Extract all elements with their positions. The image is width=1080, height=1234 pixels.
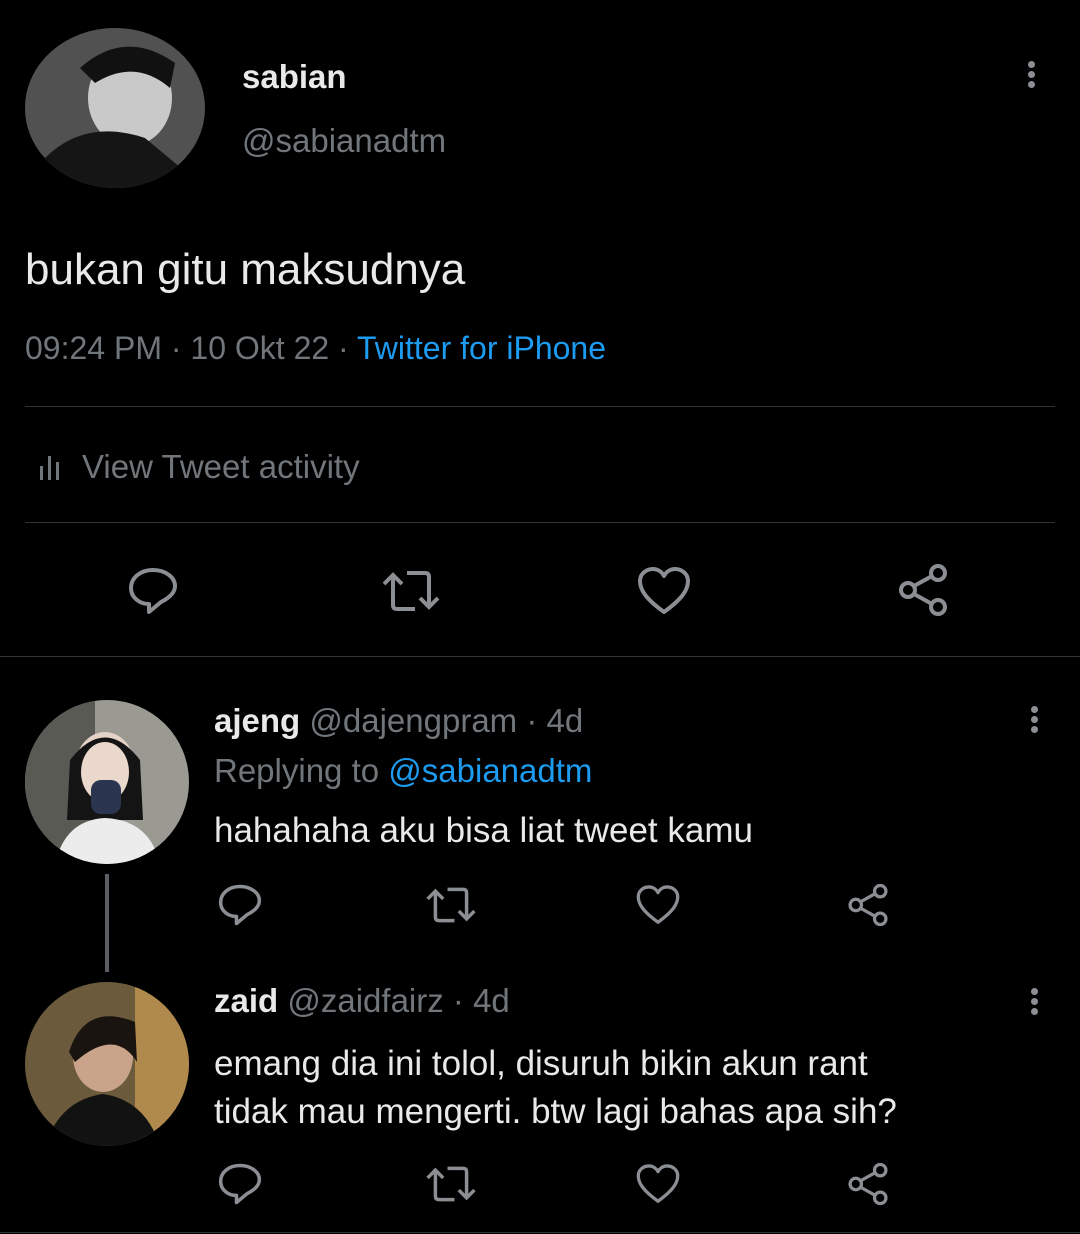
reply-button[interactable]: [216, 1161, 264, 1207]
retweet-button[interactable]: [425, 1161, 477, 1207]
bottom-divider: [0, 1232, 1080, 1233]
retweet-icon: [426, 1166, 476, 1202]
tweet-text: bukan gitu maksudnya: [25, 245, 466, 294]
reply-header: ajeng @dajengpram · 4d: [214, 702, 583, 740]
more-vertical-icon[interactable]: [1031, 985, 1038, 1018]
reply-age: · 4d: [526, 702, 584, 739]
retweet-button[interactable]: [380, 565, 442, 617]
thread-line: [105, 874, 109, 972]
reply-button[interactable]: [216, 882, 264, 928]
like-icon: [636, 1164, 680, 1203]
author-name[interactable]: sabian: [242, 58, 347, 96]
activity-label: View Tweet activity: [82, 448, 360, 485]
replying-to-link[interactable]: @sabianadtm: [388, 752, 592, 789]
reply-age: · 4d: [452, 982, 510, 1019]
share-icon: [848, 1162, 888, 1206]
like-icon: [636, 885, 680, 924]
reply-button[interactable]: [125, 565, 181, 617]
author-name[interactable]: ajeng: [214, 702, 300, 739]
like-button[interactable]: [634, 1161, 682, 1207]
reply-icon: [218, 1163, 262, 1205]
share-button[interactable]: [845, 882, 891, 928]
section-divider: [0, 656, 1080, 657]
tweet-date: 10 Okt 22: [190, 330, 330, 366]
author-handle[interactable]: @zaidfairz: [287, 982, 443, 1019]
like-button[interactable]: [634, 882, 682, 928]
replying-to: Replying to @sabianadtm: [214, 752, 592, 790]
share-button[interactable]: [845, 1161, 891, 1207]
author-name[interactable]: zaid: [214, 982, 278, 1019]
analytics-icon: [40, 456, 59, 480]
retweet-button[interactable]: [425, 882, 477, 928]
more-vertical-icon[interactable]: [1031, 703, 1038, 736]
like-icon: [638, 567, 690, 614]
reply-text-line: emang dia ini tolol, disuruh bikin akun …: [214, 1044, 868, 1083]
share-icon: [848, 883, 888, 927]
replying-prefix: Replying to: [214, 752, 380, 789]
meta-separator: ·: [170, 330, 182, 366]
avatar-sabian[interactable]: [25, 28, 205, 188]
more-vertical-icon[interactable]: [1028, 58, 1035, 91]
like-button[interactable]: [634, 565, 694, 617]
author-handle[interactable]: @sabianadtm: [242, 122, 446, 160]
reply-text-line: tidak mau mengerti. btw lagi bahas apa s…: [214, 1092, 897, 1131]
view-tweet-activity[interactable]: View Tweet activity: [38, 448, 360, 486]
retweet-icon: [426, 887, 476, 923]
avatar-zaid[interactable]: [25, 982, 189, 1146]
reply-header: zaid @zaidfairz · 4d: [214, 982, 510, 1020]
divider: [25, 522, 1055, 523]
share-button[interactable]: [895, 562, 951, 618]
retweet-icon: [382, 571, 440, 611]
reply-text: emang dia ini tolol, disuruh bikin akun …: [214, 1040, 897, 1136]
author-handle[interactable]: @dajengpram: [309, 702, 517, 739]
share-icon: [899, 564, 947, 616]
tweet-time: 09:24 PM: [25, 330, 162, 366]
tweet-meta: 09:24 PM · 10 Okt 22 · Twitter for iPhon…: [25, 330, 606, 367]
tweet-source-link[interactable]: Twitter for iPhone: [357, 330, 606, 366]
divider: [25, 406, 1055, 407]
reply-icon: [129, 568, 177, 614]
avatar-ajeng[interactable]: [25, 700, 189, 864]
meta-separator: ·: [338, 330, 349, 366]
reply-icon: [218, 884, 262, 926]
reply-text: hahahaha aku bisa liat tweet kamu: [214, 811, 753, 850]
